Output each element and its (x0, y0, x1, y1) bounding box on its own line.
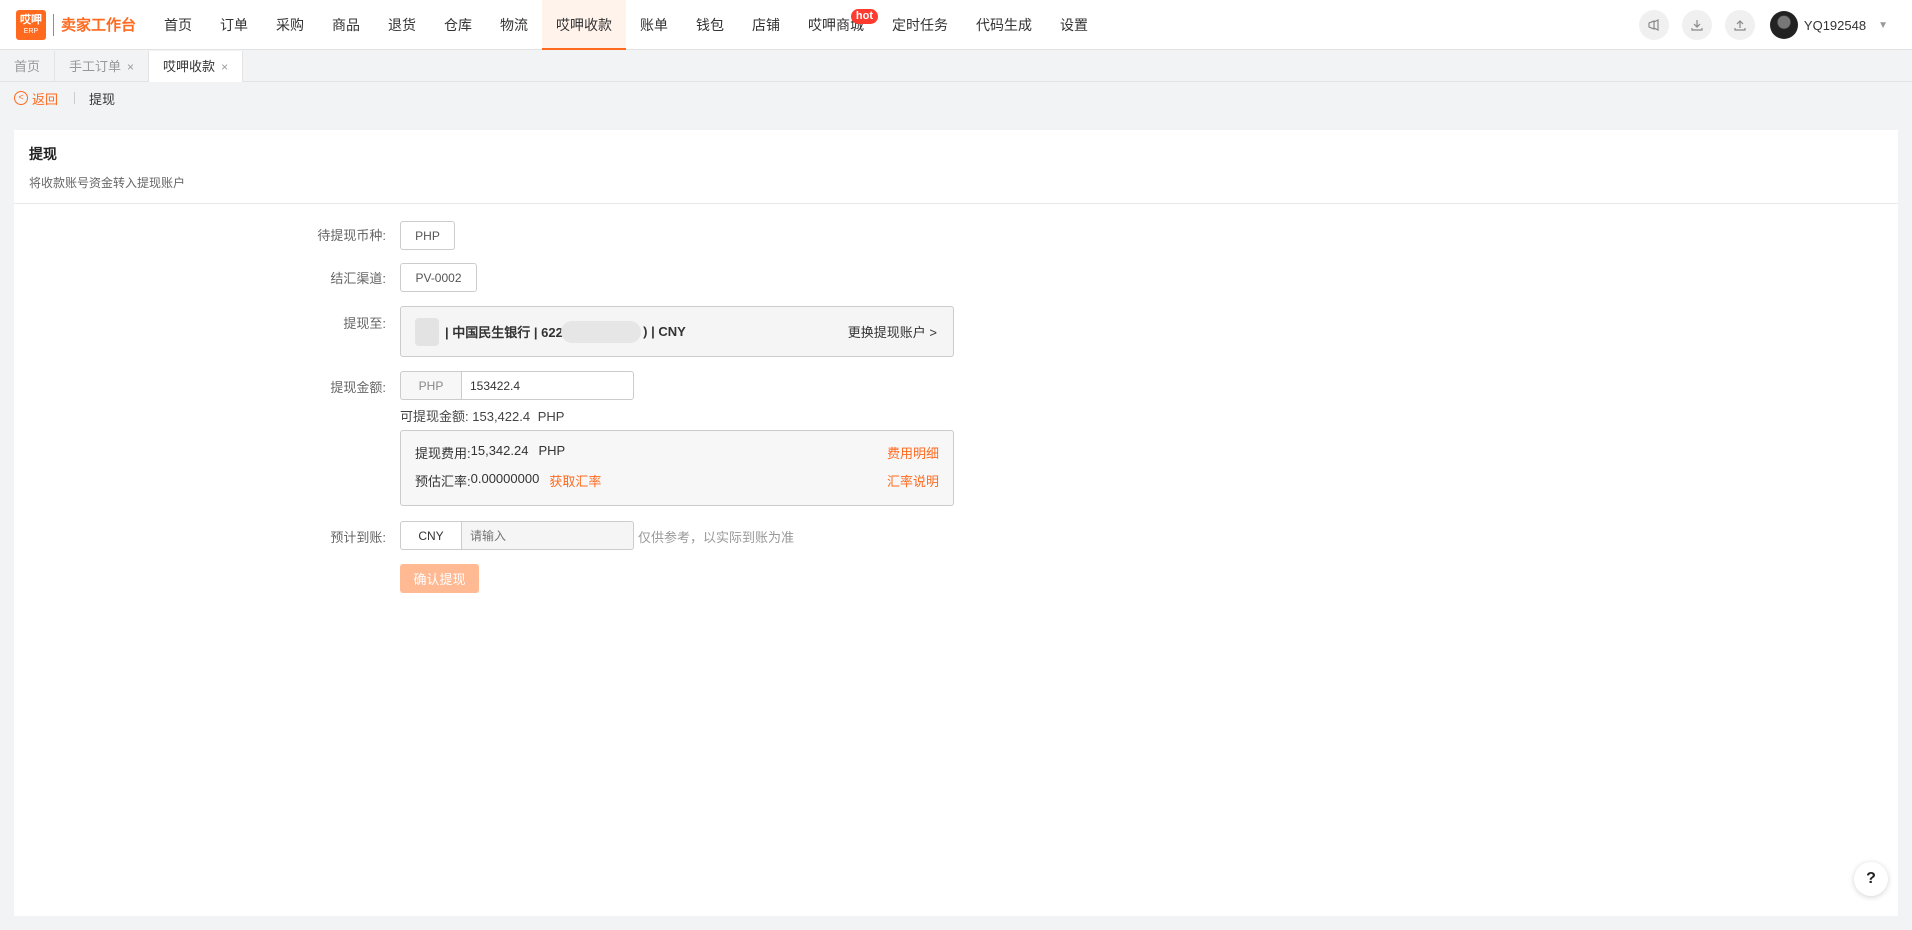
nav-item-wallet[interactable]: 钱包 (682, 0, 738, 50)
close-icon[interactable]: × (221, 52, 228, 82)
logo-divider (53, 13, 54, 36)
amount-currency-addon: PHP (400, 371, 461, 400)
estimate-input[interactable] (461, 521, 634, 550)
tab-label: 首页 (14, 58, 41, 74)
page-title: 提现 (29, 146, 57, 162)
rate-label: 预估汇率: (415, 474, 471, 489)
fee-row: 提现费用: 15,342.24 PHP (415, 443, 565, 462)
get-rate-link[interactable]: 获取汇率 (549, 471, 601, 490)
upload-icon[interactable] (1724, 10, 1755, 40)
tab-label: 手工订单 (69, 58, 122, 74)
nav-item-returns[interactable]: 退货 (374, 0, 430, 50)
nav-item-payments[interactable]: 哎呷收款 (542, 0, 627, 50)
masked-account-number (561, 320, 642, 343)
tab-label: 哎呷收款 (163, 58, 216, 74)
estimate-input-group: CNY (400, 521, 634, 550)
available-amount: 可提现金额: 153,422.4 PHP (400, 406, 564, 425)
fee-detail-link[interactable]: 费用明细 (887, 443, 939, 462)
tab-manual-orders[interactable]: 手工订单 × (55, 51, 150, 82)
currency-label: 待提现币种: (317, 228, 386, 243)
account-info: | 中国民生银行 | 622( ) | CNY (445, 320, 686, 343)
chevron-left-icon: < (14, 91, 28, 105)
chevron-down-icon[interactable]: ▼ (1878, 20, 1888, 31)
account-bank-text: | 中国民生银行 | 622( (445, 325, 568, 340)
rate-value: 0.00000000 (470, 471, 540, 486)
logo[interactable]: 哎呷 ERP 卖家工作台 (16, 0, 136, 50)
tab-home[interactable]: 首页 (0, 51, 56, 82)
estimate-note: 仅供参考，以实际到账为准 (638, 530, 795, 545)
page-subtitle: 将收款账号资金转入提现账户 (29, 176, 186, 190)
nav-item-logistics[interactable]: 物流 (486, 0, 542, 50)
nav-item-bills[interactable]: 账单 (626, 0, 682, 50)
fee-value: 15,342.24 (470, 443, 529, 458)
channel-option[interactable]: PV-0002 (400, 263, 477, 292)
logo-mark-subtext: ERP (23, 27, 39, 35)
nav-item-stores[interactable]: 店铺 (738, 0, 794, 50)
username[interactable]: YQ192548 (1804, 18, 1866, 33)
announcement-icon[interactable] (1638, 10, 1669, 40)
nav-item-purchase[interactable]: 采购 (262, 0, 318, 50)
available-label: 可提现金额: (400, 409, 469, 424)
fee-label: 提现费用: (415, 446, 471, 461)
change-account-link[interactable]: 更换提现账户 > (848, 322, 937, 341)
nav-item-home[interactable]: 首页 (150, 0, 206, 50)
nav-item-code-generation[interactable]: 代码生成 (962, 0, 1046, 50)
breadcrumb: < 返回 提现 (14, 89, 115, 107)
download-icon[interactable] (1681, 10, 1712, 40)
nav-item-scheduled-tasks[interactable]: 定时任务 (878, 0, 962, 50)
fee-summary-box: 提现费用: 15,342.24 PHP 费用明细 预估汇率: 0.0000000… (400, 430, 954, 506)
nav-item-warehouse[interactable]: 仓库 (430, 0, 486, 50)
estimate-currency-addon: CNY (400, 521, 461, 550)
amount-input[interactable] (461, 371, 634, 400)
breadcrumb-current: 提现 (89, 91, 116, 107)
logo-mark: 哎呷 ERP (16, 9, 46, 40)
avatar[interactable] (1769, 11, 1798, 39)
rate-note-link[interactable]: 汇率说明 (887, 471, 939, 490)
close-icon[interactable]: × (127, 52, 134, 82)
withdraw-account-card: | 中国民生银行 | 622( ) | CNY 更换提现账户 > (400, 306, 954, 357)
rate-row: 预估汇率: 0.00000000 获取汇率 (415, 471, 601, 490)
channel-label: 结汇渠道: (330, 271, 386, 286)
tab-payments[interactable]: 哎呷收款 × (149, 51, 244, 82)
nav-item-orders[interactable]: 订单 (206, 0, 262, 50)
page-tabs: 首页 手工订单 × 哎呷收款 × (0, 51, 1912, 82)
top-right-tools: YQ192548 ▼ (1626, 0, 1888, 50)
nav-item-settings[interactable]: 设置 (1046, 0, 1102, 50)
nav-item-products[interactable]: 商品 (318, 0, 374, 50)
available-currency: PHP (537, 409, 565, 424)
back-link[interactable]: < 返回 (14, 89, 58, 108)
account-currency-text: ) | CNY (643, 324, 686, 339)
available-value: 153,422.4 (472, 409, 531, 424)
help-button[interactable]: ? (1854, 862, 1888, 896)
back-label: 返回 (32, 91, 59, 107)
breadcrumb-divider (74, 92, 76, 104)
main-nav: 首页 订单 采购 商品 退货 仓库 物流 哎呷收款 账单 钱包 店铺 哎呷商城 … (150, 0, 1102, 50)
bank-logo (415, 317, 439, 346)
nav-item-mall[interactable]: 哎呷商城 hot (794, 0, 879, 50)
amount-input-group: PHP (400, 371, 634, 400)
estimate-label: 预计到账: (330, 530, 386, 545)
hot-badge: hot (850, 8, 879, 24)
amount-label: 提现金额: (330, 380, 386, 395)
confirm-withdraw-button[interactable]: 确认提现 (400, 564, 479, 593)
currency-option[interactable]: PHP (400, 221, 455, 250)
fee-currency: PHP (538, 443, 566, 458)
app-title: 卖家工作台 (61, 17, 137, 34)
logo-mark-text: 哎呷 (20, 13, 42, 26)
top-navbar: 哎呷 ERP 卖家工作台 首页 订单 采购 商品 退货 仓库 物流 哎呷收款 账… (0, 0, 1912, 50)
withdraw-to-label: 提现至: (343, 316, 386, 331)
withdraw-panel: 提现 将收款账号资金转入提现账户 待提现币种: PHP 结汇渠道: PV-000… (14, 130, 1898, 916)
panel-header: 提现 将收款账号资金转入提现账户 (14, 130, 1898, 204)
